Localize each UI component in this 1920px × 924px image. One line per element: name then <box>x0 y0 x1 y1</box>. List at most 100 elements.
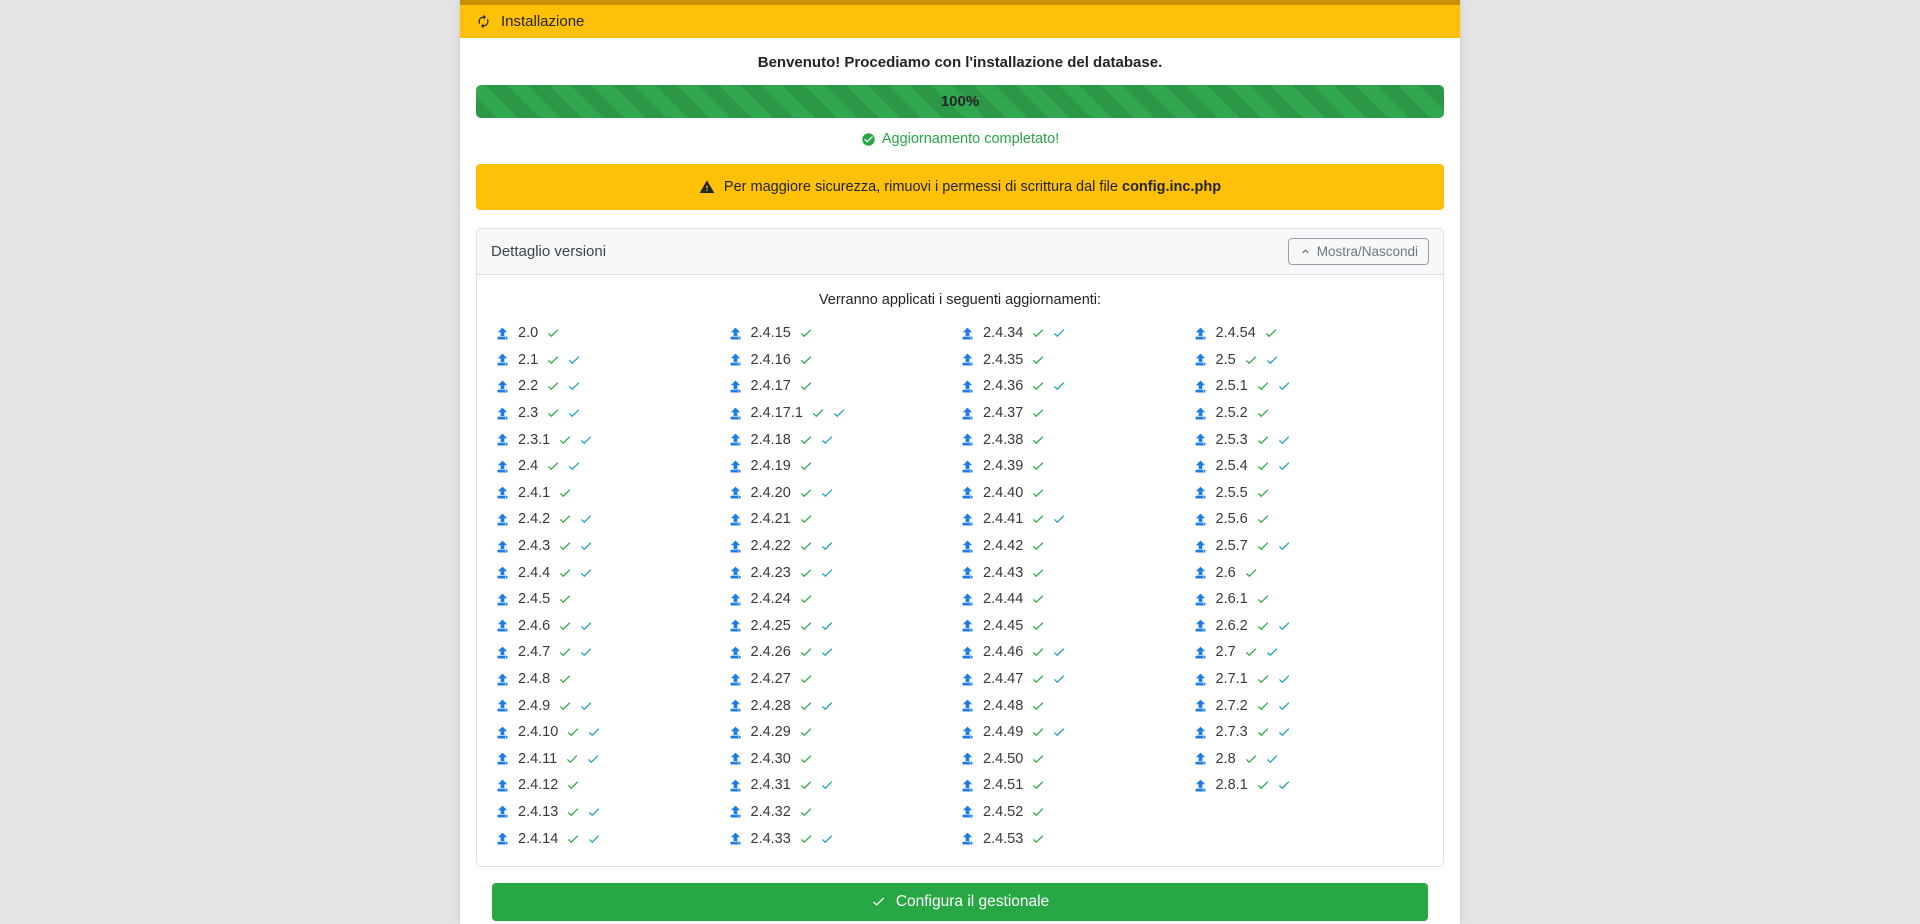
version-label: 2.4.4 <box>518 565 550 581</box>
version-item: 2.4.28 <box>728 692 961 719</box>
version-item: 2.5.4 <box>1193 453 1426 480</box>
versions-column: 2.4.34 2.4.35 2.4.36 2.4.37 2.4.38 2.4.3… <box>960 320 1193 852</box>
version-item: 2.4.42 <box>960 533 1193 560</box>
check-icon <box>799 353 813 367</box>
check-icon <box>1277 379 1291 393</box>
version-label: 2.4.30 <box>751 751 791 767</box>
check-icon <box>587 832 601 846</box>
version-checks <box>1031 406 1045 420</box>
upload-icon <box>1193 485 1208 500</box>
page-title: Installazione <box>501 13 584 30</box>
version-label: 2.7.1 <box>1216 671 1248 687</box>
version-label: 2.4.37 <box>983 405 1023 421</box>
version-label: 2.4.33 <box>751 831 791 847</box>
check-icon <box>579 512 593 526</box>
version-checks <box>1256 486 1270 500</box>
version-item: 2.4.23 <box>728 559 961 586</box>
version-label: 2.4.3 <box>518 538 550 554</box>
upload-icon <box>728 592 743 607</box>
version-checks <box>558 699 593 713</box>
version-checks <box>799 379 813 393</box>
version-checks <box>558 433 593 447</box>
warning-text: Per maggiore sicurezza, rimuovi i permes… <box>724 179 1221 195</box>
check-icon <box>586 752 600 766</box>
check-icon <box>1277 699 1291 713</box>
check-icon <box>1052 645 1066 659</box>
upload-icon <box>960 725 975 740</box>
version-label: 2.4.52 <box>983 804 1023 820</box>
check-icon <box>820 433 834 447</box>
version-label: 2.7.2 <box>1216 698 1248 714</box>
check-icon <box>1052 725 1066 739</box>
version-checks <box>1256 406 1270 420</box>
version-item: 2.4.21 <box>728 506 961 533</box>
check-icon <box>565 752 579 766</box>
version-checks <box>799 459 813 473</box>
version-item: 2.4.51 <box>960 772 1193 799</box>
version-checks <box>1031 592 1045 606</box>
version-item: 2.6.1 <box>1193 586 1426 613</box>
version-label: 2.0 <box>518 325 538 341</box>
version-item: 2.3 <box>495 400 728 427</box>
upload-icon <box>495 751 510 766</box>
warning-triangle-icon <box>699 179 715 195</box>
upload-icon <box>960 778 975 793</box>
upload-icon <box>960 432 975 447</box>
check-icon <box>567 459 581 473</box>
upload-icon <box>728 672 743 687</box>
version-checks <box>558 512 593 526</box>
version-label: 2.4.39 <box>983 458 1023 474</box>
version-item: 2.5.7 <box>1193 533 1426 560</box>
version-item: 2.4.50 <box>960 746 1193 773</box>
version-checks <box>1031 486 1045 500</box>
check-icon <box>1031 805 1045 819</box>
check-icon <box>1031 778 1045 792</box>
configure-button[interactable]: Configura il gestionale <box>492 883 1428 921</box>
version-checks <box>799 326 813 340</box>
version-checks <box>1031 326 1066 340</box>
check-icon <box>820 699 834 713</box>
version-checks <box>799 805 813 819</box>
version-label: 2.8 <box>1216 751 1236 767</box>
check-icon <box>811 406 825 420</box>
version-checks <box>566 778 580 792</box>
configure-button-label: Configura il gestionale <box>896 893 1049 911</box>
check-icon <box>558 645 572 659</box>
versions-column: 2.4.54 2.5 2.5.1 2.5.2 2.5.3 2.5.4 2.5.5… <box>1193 320 1426 852</box>
check-icon <box>820 619 834 633</box>
show-hide-button[interactable]: Mostra/Nascondi <box>1288 238 1429 265</box>
check-icon <box>1277 725 1291 739</box>
upload-icon <box>728 326 743 341</box>
check-icon <box>558 672 572 686</box>
upload-icon <box>728 539 743 554</box>
check-icon <box>1031 832 1045 846</box>
upload-icon <box>495 618 510 633</box>
version-checks <box>1264 326 1278 340</box>
check-icon <box>558 619 572 633</box>
version-label: 2.4.34 <box>983 325 1023 341</box>
version-item: 2.5.5 <box>1193 480 1426 507</box>
version-item: 2.4.11 <box>495 746 728 773</box>
upload-icon <box>495 459 510 474</box>
upload-icon <box>728 618 743 633</box>
version-checks <box>799 539 834 553</box>
version-item: 2.4.38 <box>960 426 1193 453</box>
upload-icon <box>728 804 743 819</box>
upload-icon <box>960 379 975 394</box>
version-label: 2.4.20 <box>751 485 791 501</box>
version-item: 2.4.53 <box>960 825 1193 852</box>
versions-column: 2.4.15 2.4.16 2.4.17 2.4.17.1 2.4.18 2.4… <box>728 320 961 852</box>
versions-panel: Dettaglio versioni Mostra/Nascondi Verra… <box>476 228 1444 867</box>
upload-icon <box>960 565 975 580</box>
update-complete-status: Aggiornamento completato! <box>476 131 1444 147</box>
version-checks <box>799 592 813 606</box>
version-checks <box>1244 566 1258 580</box>
panel-title: Dettaglio versioni <box>491 243 606 260</box>
versions-column: 2.0 2.1 2.2 2.3 2.3.1 2.4 2.4.1 2.4.2 2.… <box>495 320 728 852</box>
check-icon <box>1031 699 1045 713</box>
status-text: Aggiornamento completato! <box>882 131 1059 147</box>
version-label: 2.3.1 <box>518 432 550 448</box>
version-label: 2.4.48 <box>983 698 1023 714</box>
version-item: 2.4.29 <box>728 719 961 746</box>
version-item: 2.4.47 <box>960 666 1193 693</box>
